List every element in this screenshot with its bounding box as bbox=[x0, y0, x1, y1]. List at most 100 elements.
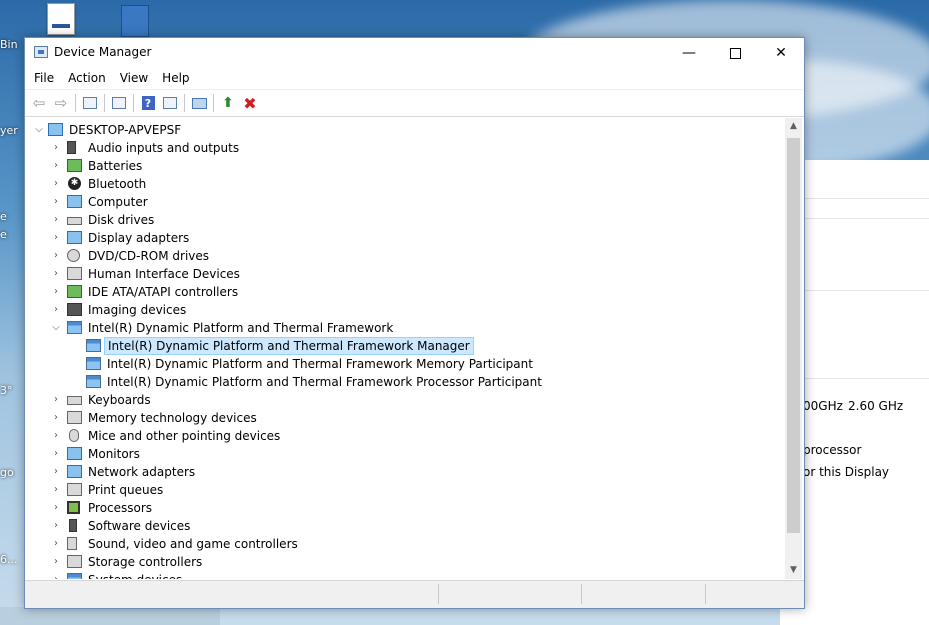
tree-category[interactable]: › DVD/CD-ROM drives bbox=[25, 247, 785, 265]
update-driver-button[interactable]: ⬆ bbox=[217, 92, 239, 114]
collapse-chevron-icon[interactable]: ⌵ bbox=[50, 319, 62, 337]
scrollbar-thumb[interactable] bbox=[787, 138, 800, 533]
tree-category[interactable]: › Disk drives bbox=[25, 211, 785, 229]
expand-chevron-icon[interactable]: › bbox=[50, 427, 62, 445]
display-adapter-icon bbox=[67, 231, 82, 244]
divider bbox=[803, 290, 929, 291]
expand-chevron-icon[interactable]: › bbox=[50, 175, 62, 193]
category-label: Intel(R) Dynamic Platform and Thermal Fr… bbox=[88, 321, 394, 335]
storage-controller-icon bbox=[67, 555, 82, 568]
expand-chevron-icon[interactable]: › bbox=[50, 211, 62, 229]
tree-category[interactable]: › Processors bbox=[25, 499, 785, 517]
device-label: Intel(R) Dynamic Platform and Thermal Fr… bbox=[104, 337, 474, 355]
close-button[interactable]: ✕ bbox=[758, 38, 804, 68]
show-hidden-icon bbox=[112, 97, 126, 109]
device-label: Intel(R) Dynamic Platform and Thermal Fr… bbox=[107, 357, 533, 371]
forward-button[interactable]: ⇨ bbox=[50, 92, 72, 114]
minimize-button[interactable]: — bbox=[666, 38, 712, 68]
tree-category-expanded[interactable]: ⌵ Intel(R) Dynamic Platform and Thermal … bbox=[25, 319, 785, 337]
tree-category[interactable]: › Print queues bbox=[25, 481, 785, 499]
expand-chevron-icon[interactable]: › bbox=[50, 517, 62, 535]
expand-chevron-icon[interactable]: › bbox=[50, 301, 62, 319]
back-button[interactable]: ⇦ bbox=[28, 92, 50, 114]
status-bar bbox=[25, 580, 804, 608]
tree-category[interactable]: › Computer bbox=[25, 193, 785, 211]
docx-file-icon[interactable] bbox=[47, 3, 75, 35]
expand-chevron-icon[interactable]: › bbox=[50, 481, 62, 499]
tree-category[interactable]: › Storage controllers bbox=[25, 553, 785, 571]
expand-chevron-icon[interactable]: › bbox=[50, 157, 62, 175]
expand-chevron-icon[interactable]: › bbox=[50, 139, 62, 157]
menu-view[interactable]: View bbox=[113, 68, 155, 88]
tree-device[interactable]: Intel(R) Dynamic Platform and Thermal Fr… bbox=[25, 355, 785, 373]
category-label: Mice and other pointing devices bbox=[88, 429, 281, 443]
expand-chevron-icon[interactable]: › bbox=[50, 229, 62, 247]
show-hidden-button[interactable] bbox=[108, 92, 130, 114]
dvd-drive-icon bbox=[67, 249, 80, 262]
expand-chevron-icon[interactable]: › bbox=[50, 265, 62, 283]
tree-category[interactable]: › System devices bbox=[25, 571, 785, 579]
collapse-chevron-icon[interactable]: ⌵ bbox=[33, 121, 45, 139]
system-type-fragment: processor bbox=[803, 443, 862, 457]
status-divider bbox=[705, 584, 706, 604]
tree-category[interactable]: › IDE ATA/ATAPI controllers bbox=[25, 283, 785, 301]
tree-category[interactable]: › Imaging devices bbox=[25, 301, 785, 319]
help-button[interactable]: ? bbox=[137, 92, 159, 114]
category-label: Sound, video and game controllers bbox=[88, 537, 298, 551]
desktop-label-fragment: Bin bbox=[0, 38, 18, 51]
tree-category[interactable]: › Audio inputs and outputs bbox=[25, 139, 785, 157]
expand-chevron-icon[interactable]: › bbox=[50, 391, 62, 409]
network-shortcut-icon[interactable] bbox=[121, 5, 149, 37]
category-label: Display adapters bbox=[88, 231, 190, 245]
tree-category[interactable]: › Human Interface Devices bbox=[25, 265, 785, 283]
expand-chevron-icon[interactable]: › bbox=[50, 193, 62, 211]
tree-device-selected[interactable]: Intel(R) Dynamic Platform and Thermal Fr… bbox=[25, 337, 785, 355]
menu-action[interactable]: Action bbox=[61, 68, 113, 88]
tree-category[interactable]: › Display adapters bbox=[25, 229, 785, 247]
action-pane-button[interactable] bbox=[159, 92, 181, 114]
expand-chevron-icon[interactable]: › bbox=[50, 499, 62, 517]
tree-category[interactable]: › ✱ Bluetooth bbox=[25, 175, 785, 193]
expand-chevron-icon[interactable]: › bbox=[50, 571, 62, 579]
category-label: Processors bbox=[88, 501, 153, 515]
tree-root[interactable]: ⌵ DESKTOP-APVEPSF bbox=[25, 121, 785, 139]
uninstall-device-button[interactable]: ✖ bbox=[239, 92, 261, 114]
tree-category[interactable]: › Batteries bbox=[25, 157, 785, 175]
tree-category[interactable]: › Sound, video and game controllers bbox=[25, 535, 785, 553]
tree-category[interactable]: › Network adapters bbox=[25, 463, 785, 481]
expand-chevron-icon[interactable]: › bbox=[50, 445, 62, 463]
bluetooth-icon: ✱ bbox=[68, 177, 81, 190]
expand-chevron-icon[interactable]: › bbox=[50, 283, 62, 301]
expand-chevron-icon[interactable]: › bbox=[50, 463, 62, 481]
tree-category[interactable]: › Mice and other pointing devices bbox=[25, 427, 785, 445]
expand-chevron-icon[interactable]: › bbox=[50, 535, 62, 553]
properties-icon bbox=[83, 97, 97, 109]
expand-chevron-icon[interactable]: › bbox=[50, 553, 62, 571]
divider bbox=[803, 198, 929, 199]
desktop-label-fragment: yer bbox=[0, 124, 18, 137]
tree-category[interactable]: › Monitors bbox=[25, 445, 785, 463]
category-label: Memory technology devices bbox=[88, 411, 257, 425]
scroll-up-arrow-icon[interactable]: ▲ bbox=[785, 118, 802, 135]
scan-hardware-button[interactable] bbox=[188, 92, 210, 114]
camera-icon bbox=[67, 303, 82, 316]
mouse-icon bbox=[69, 429, 79, 442]
vertical-scrollbar[interactable]: ▲ ▼ bbox=[785, 118, 802, 579]
tree-category[interactable]: › Keyboards bbox=[25, 391, 785, 409]
title-bar[interactable]: Device Manager — ✕ bbox=[25, 38, 804, 68]
toolbar-separator bbox=[104, 94, 105, 112]
uninstall-device-icon: ✖ bbox=[243, 93, 257, 113]
maximize-button[interactable] bbox=[712, 38, 758, 68]
menu-file[interactable]: File bbox=[25, 68, 61, 88]
processor-speed-fragment: 00GHz bbox=[803, 399, 843, 413]
device-tree[interactable]: ⌵ DESKTOP-APVEPSF › Audio inputs and out… bbox=[25, 118, 785, 579]
menu-help[interactable]: Help bbox=[155, 68, 196, 88]
expand-chevron-icon[interactable]: › bbox=[50, 247, 62, 265]
tree-category[interactable]: › Software devices bbox=[25, 517, 785, 535]
properties-button[interactable] bbox=[79, 92, 101, 114]
tree-device[interactable]: Intel(R) Dynamic Platform and Thermal Fr… bbox=[25, 373, 785, 391]
expand-chevron-icon[interactable]: › bbox=[50, 409, 62, 427]
tree-category[interactable]: › Memory technology devices bbox=[25, 409, 785, 427]
scroll-down-arrow-icon[interactable]: ▼ bbox=[785, 562, 802, 579]
monitor-icon bbox=[67, 447, 82, 460]
